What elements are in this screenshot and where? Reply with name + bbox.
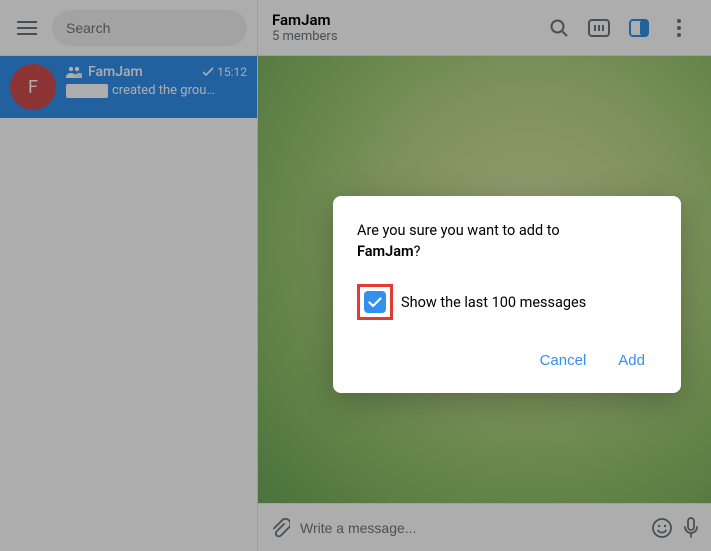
checkmark-icon xyxy=(368,297,382,308)
dialog-check-row: Show the last 100 messages xyxy=(357,284,657,320)
dialog-group-name: FamJam xyxy=(357,243,414,260)
dialog-text-a: Are you sure you want to add xyxy=(357,222,547,239)
checkbox-highlight xyxy=(357,284,393,320)
dialog-q: ? xyxy=(414,243,421,260)
add-button[interactable]: Add xyxy=(614,344,649,377)
cancel-button[interactable]: Cancel xyxy=(536,344,591,377)
modal-overlay[interactable]: Are you sure you want to add to FamJam? … xyxy=(0,0,711,551)
dialog-text-b: to xyxy=(547,222,560,239)
show-messages-checkbox[interactable] xyxy=(364,291,386,313)
dialog-buttons: Cancel Add xyxy=(357,344,657,377)
checkbox-label: Show the last 100 messages xyxy=(401,294,586,311)
add-member-dialog: Are you sure you want to add to FamJam? … xyxy=(333,196,681,393)
dialog-text: Are you sure you want to add to FamJam? xyxy=(357,220,657,262)
app-root: F FamJam 15:12 created the grou… xyxy=(0,0,711,551)
